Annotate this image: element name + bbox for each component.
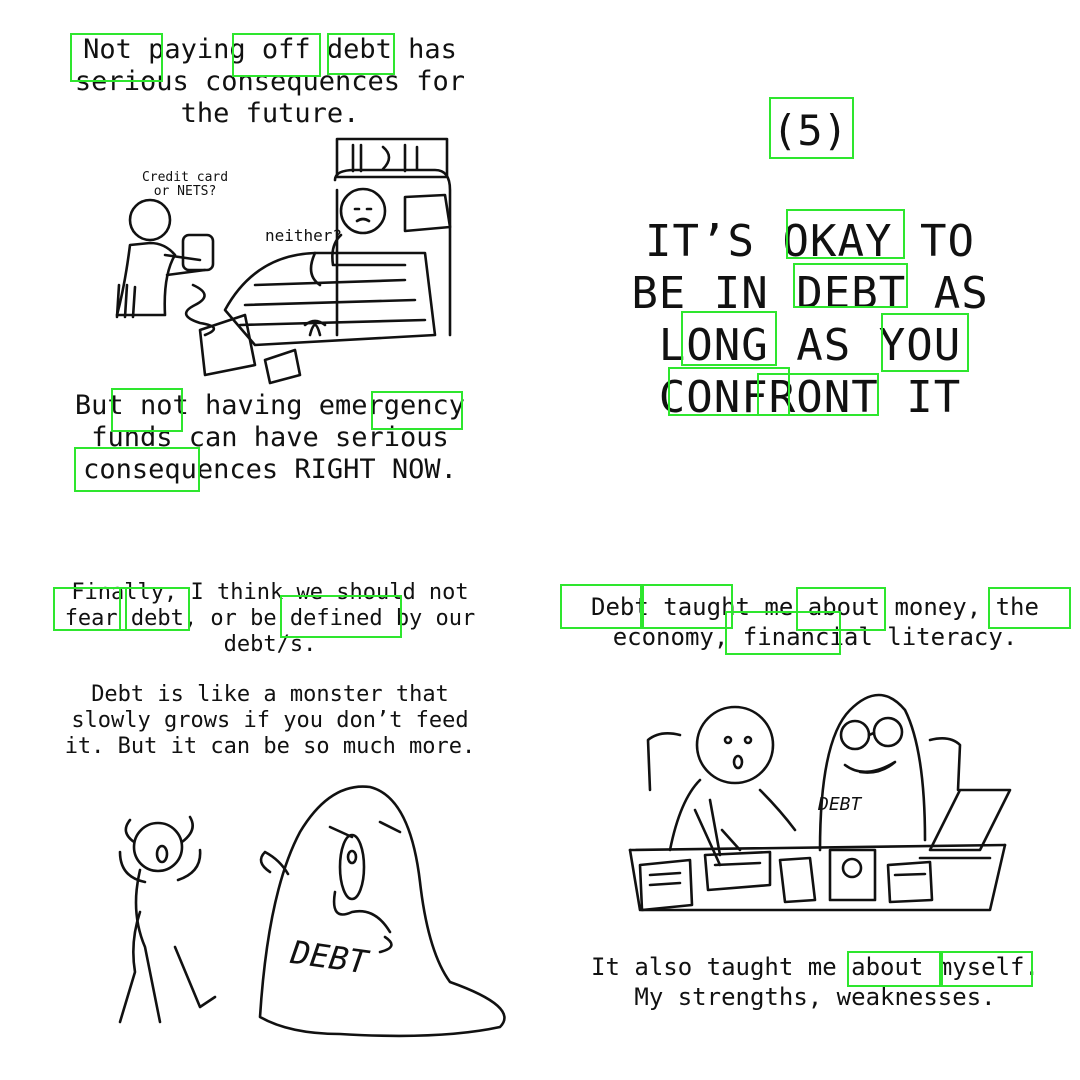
highlight-box [757, 373, 879, 416]
highlight-box [280, 595, 402, 638]
hospital-bed-illustration: Credit card or NETS? neither? [115, 137, 452, 385]
speech-bubble-cashier-line-1: Credit card [142, 170, 228, 185]
highlight-box [786, 209, 905, 259]
highlight-box [642, 584, 733, 629]
highlight-box [988, 587, 1071, 629]
panel-bottom-left-caption-2: Debt is like a monster that slowly grows… [64, 682, 476, 759]
study-monster-debt-label: DEBT [817, 794, 863, 815]
highlight-box [371, 391, 463, 430]
highlight-box [111, 388, 183, 432]
highlight-box [53, 587, 127, 631]
highlight-box [793, 263, 908, 308]
debt-monster-illustration: DEBT [118, 785, 506, 1038]
highlight-box [560, 584, 642, 629]
highlight-box [70, 33, 163, 82]
highlight-box [847, 951, 941, 987]
highlight-box [232, 33, 321, 77]
highlight-box [769, 97, 854, 159]
highlight-box [941, 951, 1033, 987]
highlight-box [327, 33, 395, 75]
highlight-box [881, 313, 969, 372]
highlight-box [725, 611, 841, 655]
speech-bubble-cashier-line-2: or NETS? [154, 184, 217, 199]
speech-bubble-patient: neither? [265, 226, 342, 245]
monster-debt-label: DEBT [287, 933, 371, 982]
highlight-box [681, 311, 777, 366]
study-table-illustration: DEBT [628, 693, 1012, 912]
highlight-box [74, 447, 200, 492]
highlight-box [119, 587, 190, 631]
